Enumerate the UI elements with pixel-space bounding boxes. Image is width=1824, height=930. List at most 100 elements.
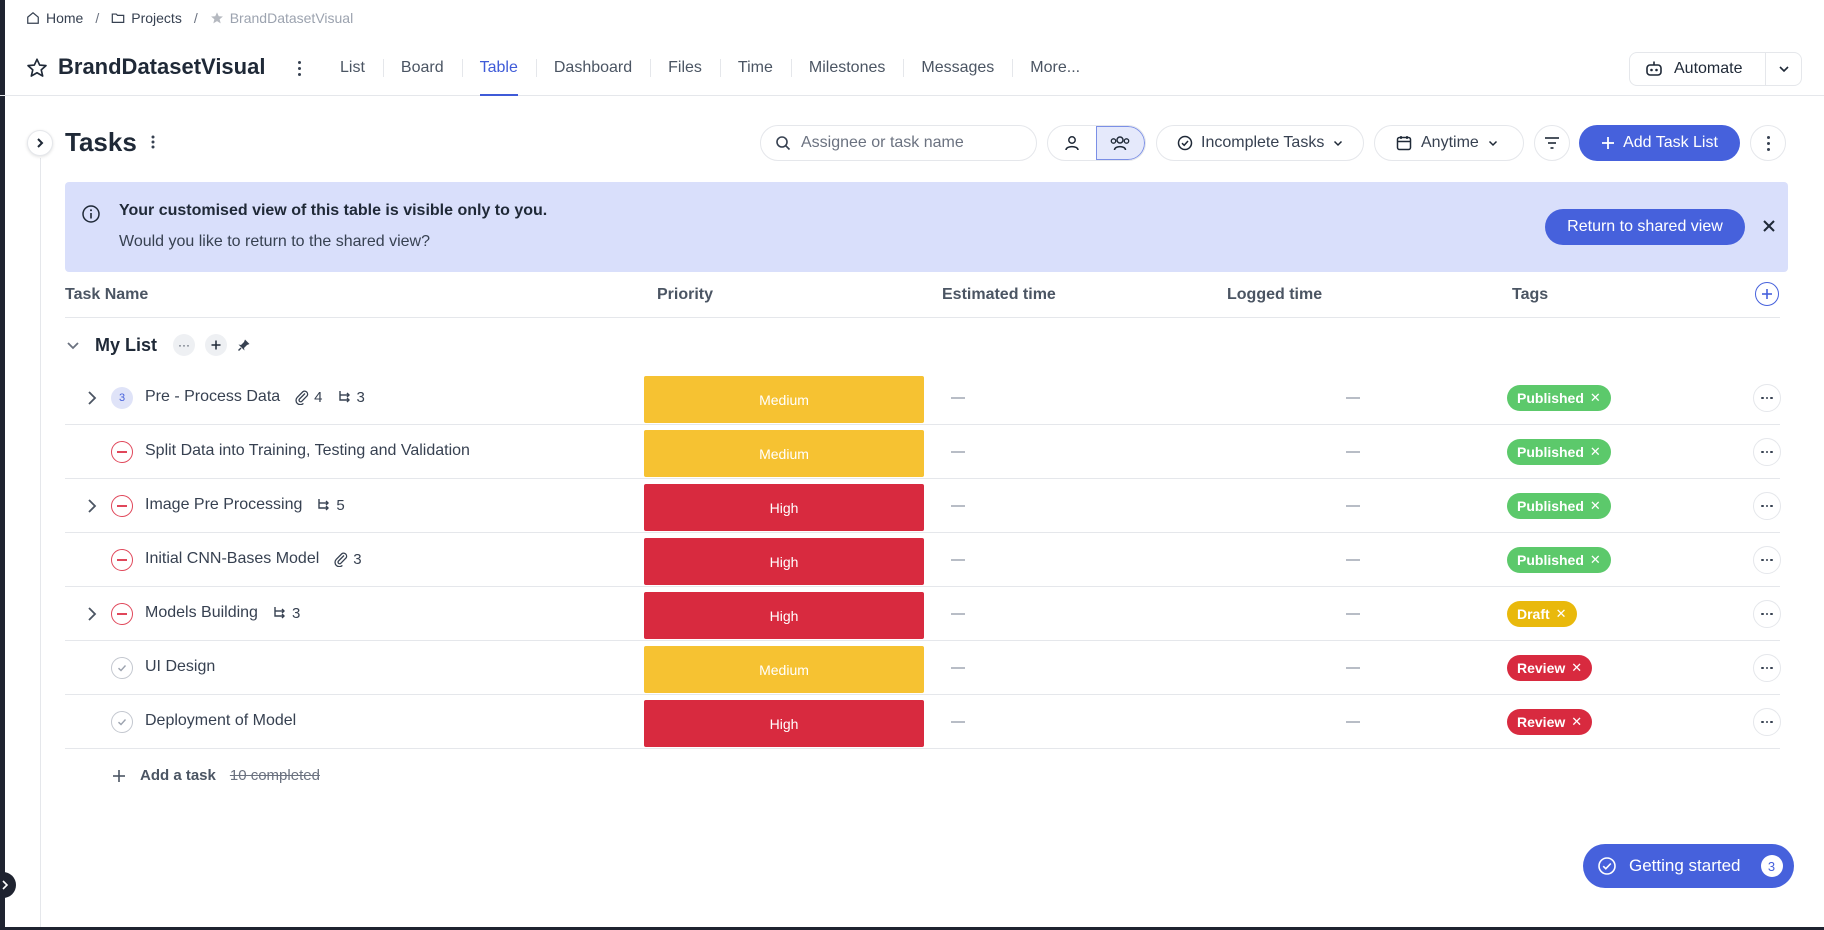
tab-table[interactable]: Table bbox=[461, 40, 536, 96]
task-list-options-icon[interactable]: ··· bbox=[173, 334, 196, 356]
row-options-icon[interactable] bbox=[1753, 492, 1781, 520]
chevron-down-icon[interactable] bbox=[65, 337, 81, 353]
add-task-row[interactable]: Add a task 10 completed bbox=[112, 767, 320, 784]
estimated-time-empty[interactable] bbox=[951, 451, 965, 453]
task-name[interactable]: UI Design bbox=[145, 658, 215, 676]
return-to-shared-view-button[interactable]: Return to shared view bbox=[1545, 209, 1745, 245]
automate-main-button[interactable]: Automate bbox=[1630, 53, 1766, 85]
status-blocked-icon[interactable] bbox=[111, 603, 133, 625]
everyone-option[interactable] bbox=[1095, 126, 1145, 160]
row-options-icon[interactable] bbox=[1753, 600, 1781, 628]
add-task-icon[interactable] bbox=[205, 334, 228, 356]
row-options-icon[interactable] bbox=[1753, 654, 1781, 682]
estimated-time-empty[interactable] bbox=[951, 559, 965, 561]
project-options-icon[interactable] bbox=[292, 57, 306, 79]
tab-messages[interactable]: Messages bbox=[903, 40, 1012, 96]
date-filter-dropdown[interactable]: Anytime bbox=[1374, 125, 1524, 161]
sidebar-toggle[interactable] bbox=[27, 130, 53, 156]
column-priority[interactable]: Priority bbox=[657, 286, 713, 304]
filter-button[interactable] bbox=[1534, 125, 1570, 161]
tab-files[interactable]: Files bbox=[650, 40, 720, 96]
priority-cell[interactable]: High bbox=[644, 484, 924, 531]
tab-board[interactable]: Board bbox=[382, 40, 462, 96]
remove-tag-icon[interactable]: ✕ bbox=[1590, 552, 1601, 568]
row-options-icon[interactable] bbox=[1753, 546, 1781, 574]
estimated-time-empty[interactable] bbox=[951, 397, 965, 399]
logged-time-empty[interactable] bbox=[1346, 721, 1360, 723]
tab-list[interactable]: List bbox=[322, 40, 383, 96]
pin-icon[interactable] bbox=[237, 338, 251, 352]
tag-chip[interactable]: Review ✕ bbox=[1507, 655, 1593, 681]
tab-milestones[interactable]: Milestones bbox=[790, 40, 903, 96]
logged-time-empty[interactable] bbox=[1346, 505, 1360, 507]
priority-cell[interactable]: Medium bbox=[644, 376, 924, 423]
estimated-time-empty[interactable] bbox=[951, 613, 965, 615]
table-row[interactable]: Deployment of Model High Review ✕ bbox=[65, 695, 1781, 749]
attachments-count[interactable]: 3 bbox=[333, 551, 362, 568]
row-options-icon[interactable] bbox=[1753, 708, 1781, 736]
remove-tag-icon[interactable]: ✕ bbox=[1590, 390, 1601, 406]
tag-chip[interactable]: Review ✕ bbox=[1507, 709, 1593, 735]
close-icon[interactable] bbox=[1761, 218, 1777, 234]
subtasks-count[interactable]: 3 bbox=[272, 605, 300, 622]
tab-dashboard[interactable]: Dashboard bbox=[535, 40, 650, 96]
task-name[interactable]: Pre - Process Data bbox=[145, 388, 280, 406]
remove-tag-icon[interactable]: ✕ bbox=[1556, 606, 1567, 622]
remove-tag-icon[interactable]: ✕ bbox=[1590, 498, 1601, 514]
column-task-name[interactable]: Task Name bbox=[65, 286, 148, 304]
status-filter-dropdown[interactable]: Incomplete Tasks bbox=[1156, 125, 1364, 161]
chevron-right-icon[interactable] bbox=[85, 606, 99, 622]
tag-chip[interactable]: Published ✕ bbox=[1507, 547, 1611, 573]
task-name[interactable]: Initial CNN-Bases Model bbox=[145, 550, 319, 568]
tag-chip[interactable]: Published ✕ bbox=[1507, 385, 1611, 411]
column-logged-time[interactable]: Logged time bbox=[1227, 286, 1322, 304]
getting-started-button[interactable]: Getting started 3 bbox=[1583, 844, 1794, 888]
subtasks-count[interactable]: 3 bbox=[337, 389, 365, 406]
completed-tasks-link[interactable]: 10 completed bbox=[230, 767, 320, 784]
tab-time[interactable]: Time bbox=[719, 40, 791, 96]
add-column-button[interactable] bbox=[1755, 282, 1779, 306]
tag-chip[interactable]: Published ✕ bbox=[1507, 439, 1611, 465]
logged-time-empty[interactable] bbox=[1346, 451, 1360, 453]
task-name[interactable]: Deployment of Model bbox=[145, 712, 296, 730]
logged-time-empty[interactable] bbox=[1346, 613, 1360, 615]
status-blocked-icon[interactable] bbox=[111, 441, 133, 463]
chevron-right-icon[interactable] bbox=[85, 390, 99, 406]
status-complete-checkbox[interactable] bbox=[111, 711, 133, 733]
logged-time-empty[interactable] bbox=[1346, 397, 1360, 399]
chevron-right-icon[interactable] bbox=[85, 498, 99, 514]
search-input[interactable] bbox=[801, 134, 1011, 152]
table-row[interactable]: Models Building 3 High Draft ✕ bbox=[65, 587, 1781, 641]
column-estimated-time[interactable]: Estimated time bbox=[942, 286, 1056, 304]
tasks-options-icon[interactable] bbox=[150, 133, 156, 151]
row-options-icon[interactable] bbox=[1753, 438, 1781, 466]
tag-chip[interactable]: Published ✕ bbox=[1507, 493, 1611, 519]
attachments-count[interactable]: 4 bbox=[294, 389, 323, 406]
estimated-time-empty[interactable] bbox=[951, 505, 965, 507]
expand-panel-button[interactable] bbox=[0, 872, 16, 898]
remove-tag-icon[interactable]: ✕ bbox=[1571, 660, 1582, 676]
table-row[interactable]: UI Design Medium Review ✕ bbox=[65, 641, 1781, 695]
task-name[interactable]: Models Building bbox=[145, 604, 258, 622]
add-task-list-button[interactable]: Add Task List bbox=[1579, 125, 1740, 161]
priority-cell[interactable]: High bbox=[644, 538, 924, 585]
priority-cell[interactable]: Medium bbox=[644, 430, 924, 477]
row-options-icon[interactable] bbox=[1753, 384, 1781, 412]
estimated-time-empty[interactable] bbox=[951, 721, 965, 723]
breadcrumb-home[interactable]: Home bbox=[26, 10, 83, 26]
favorite-star-icon[interactable] bbox=[26, 57, 48, 79]
tab-more[interactable]: More... bbox=[1012, 40, 1098, 96]
remove-tag-icon[interactable]: ✕ bbox=[1590, 444, 1601, 460]
remove-tag-icon[interactable]: ✕ bbox=[1571, 714, 1582, 730]
status-complete-checkbox[interactable] bbox=[111, 657, 133, 679]
estimated-time-empty[interactable] bbox=[951, 667, 965, 669]
task-name[interactable]: Split Data into Training, Testing and Va… bbox=[145, 442, 470, 460]
more-options-icon[interactable] bbox=[1750, 125, 1786, 161]
logged-time-empty[interactable] bbox=[1346, 667, 1360, 669]
priority-cell[interactable]: High bbox=[644, 592, 924, 639]
status-blocked-icon[interactable] bbox=[111, 549, 133, 571]
task-name[interactable]: Image Pre Processing bbox=[145, 496, 302, 514]
status-blocked-icon[interactable] bbox=[111, 495, 133, 517]
tag-chip[interactable]: Draft ✕ bbox=[1507, 601, 1577, 627]
table-row[interactable]: 3 Pre - Process Data 4 3 Medium Published ✕ bbox=[65, 371, 1781, 425]
